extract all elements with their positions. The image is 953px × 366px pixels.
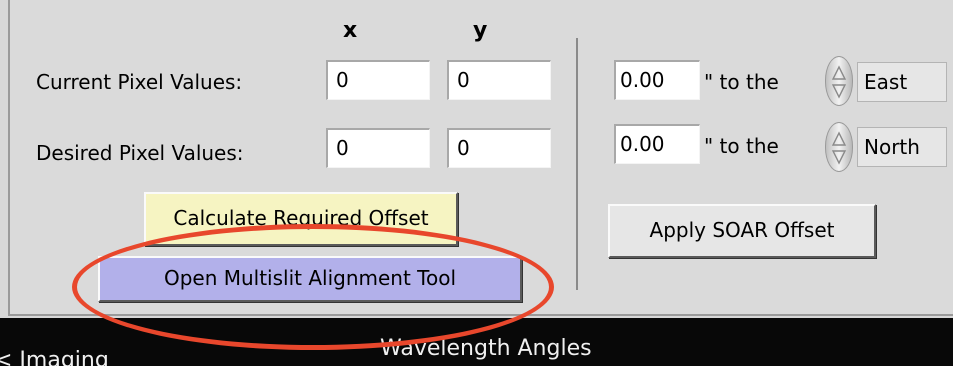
- calculate-offset-button[interactable]: Calculate Required Offset: [144, 192, 458, 246]
- current-pixel-y-input[interactable]: 0: [447, 60, 551, 100]
- desired-pixel-label: Desired Pixel Values:: [36, 141, 244, 165]
- east-direction-display: East: [857, 62, 947, 102]
- apply-soar-offset-button[interactable]: Apply SOAR Offset: [608, 204, 876, 258]
- vertical-divider: [576, 38, 578, 290]
- east-offset-input[interactable]: 0.00: [614, 60, 700, 100]
- north-offset-unit-label: " to the: [704, 134, 779, 158]
- east-offset-unit-label: " to the: [704, 70, 779, 94]
- north-direction-display: North: [857, 127, 947, 167]
- current-pixel-label: Current Pixel Values:: [36, 70, 243, 94]
- up-down-spinner-icon[interactable]: [825, 122, 853, 172]
- y-column-header: y: [473, 18, 488, 43]
- current-pixel-x-input[interactable]: 0: [326, 60, 430, 100]
- x-column-header: x: [343, 18, 358, 43]
- imaging-tab[interactable]: < Imaging: [0, 348, 109, 366]
- wavelength-angles-tab[interactable]: Wavelength Angles: [380, 336, 592, 361]
- north-offset-input[interactable]: 0.00: [614, 124, 700, 164]
- open-multislit-alignment-button[interactable]: Open Multislit Alignment Tool: [98, 256, 522, 302]
- bottom-tab-bar: < Imaging Wavelength Angles: [0, 318, 953, 366]
- desired-pixel-x-input[interactable]: 0: [326, 128, 430, 168]
- offset-panel: x y Current Pixel Values: 0 0 Desired Pi…: [8, 0, 953, 316]
- up-down-spinner-icon[interactable]: [825, 56, 853, 106]
- desired-pixel-y-input[interactable]: 0: [447, 128, 551, 168]
